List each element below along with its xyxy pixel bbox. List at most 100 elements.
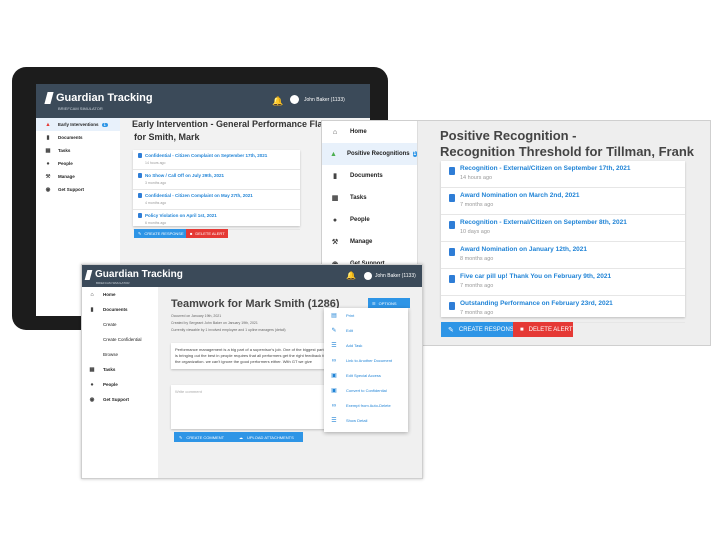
sidebar-item-home[interactable]: ⌂ Home [82,287,158,302]
sidebar-item-people[interactable]: ● People [36,157,120,170]
menu-item-print[interactable]: ▤ Print [324,308,408,323]
brand-logo[interactable]: Guardian Tracking [44,92,153,104]
user-avatar-icon[interactable] [290,95,299,104]
sidebar-item-label: Create [103,322,117,327]
menu-item-convert-to-confidential[interactable]: ▣ Convert to Confidential [324,383,408,398]
sidebar-item-tasks[interactable]: ▦ Tasks [36,144,120,157]
menu-item-label: Show Detail [346,418,368,423]
document-list-item[interactable]: Policy Violation on April 1st, 2021 6 mon… [133,210,300,230]
document-list-item[interactable]: Five car pill up! Thank You on February … [441,269,685,296]
document-link[interactable]: Confidential - Citizen Complaint on Sept… [145,153,267,158]
delete-alert-label: DELETE ALERT [528,326,573,333]
sidebar-item-positive-recognitions[interactable]: ▲ Positive Recognitions 1 [322,143,417,165]
document-list-item[interactable]: Recognition - External/Citizen on Septem… [441,215,685,242]
bell-icon[interactable]: 🔔 [346,271,356,280]
bell-icon[interactable]: 🔔 [272,96,283,107]
document-list-item[interactable]: Award Nomination on March 2nd, 2021 7 mon… [441,188,685,215]
comment-placeholder: Write comment [175,389,202,394]
document-link[interactable]: Award Nomination on March 2nd, 2021 [460,192,579,199]
relative-time: 7 months ago [460,282,494,289]
document-icon [449,275,455,283]
document-list-item[interactable]: No Show / Call Off on July 29th, 2021 3 m… [133,170,300,190]
sidebar-item-label: Manage [58,174,75,179]
sidebar-item-label: Documents [350,173,383,179]
document-link[interactable]: Five car pill up! Thank You on February … [460,273,611,280]
relative-time: 3 months ago [145,180,167,185]
sidebar-item-tasks[interactable]: ▦ Tasks [82,362,158,377]
brand-name: Guardian Tracking [95,269,183,280]
menu-item-edit-special-access[interactable]: ▣ Edit Special Access [324,368,408,383]
sidebar-item-get-support[interactable]: ◉ Get Support [36,183,120,196]
upload-attachments-button[interactable]: ☁ UPLOAD ATTACHMENTS [234,432,303,442]
document-link[interactable]: Award Nomination on January 12th, 2021 [460,246,587,253]
menu-item-exempt-from-auto-delete[interactable]: ∞ Exempt from Auto-Delete [324,398,408,413]
document-icon: ▮ [46,134,50,141]
document-link[interactable]: Policy Violation on April 1st, 2021 [145,213,217,218]
recognition-create-response-button[interactable]: ✎ CREATE RESPONSE [441,322,518,337]
sidebar-item-manage[interactable]: ⚒ Manage [36,170,120,183]
sidebar-item-label: Get Support [58,187,84,192]
sidebar-badge: 1 [101,122,109,127]
sidebar-item-get-support[interactable]: ◉ Get Support [82,392,158,407]
recognition-delete-alert-button[interactable]: ■ DELETE ALERT [513,322,573,337]
sidebar-item-label: Get Support [103,397,129,402]
document-meta: Occurred on January 19th, 2021 Created b… [171,313,286,334]
sidebar-item-manage[interactable]: ⚒ Manage [322,231,417,253]
sidebar-item-create-confidential[interactable]: Create Confidential [82,332,158,347]
logo-icon [84,269,93,280]
sidebar-item-create[interactable]: Create [82,317,158,332]
sidebar-item-label: Early Interventions [58,122,99,127]
options-button[interactable]: ☰ OPTIONS [368,298,410,308]
sidebar-item-home[interactable]: ⌂ Home [322,121,417,143]
comment-input[interactable]: Write comment [171,385,329,429]
edit-icon: ✎ [331,328,337,334]
menu-item-add-task[interactable]: ☰ Add Task [324,338,408,353]
user-avatar-icon[interactable] [364,272,372,280]
create-comment-label: CREATE COMMENT [186,434,225,440]
document-link[interactable]: Outstanding Performance on February 23rd… [460,300,613,307]
link-icon: ∞ [331,357,337,364]
sidebar-item-people[interactable]: ● People [82,377,158,392]
menu-item-link-to-another-document[interactable]: ∞ Link to Another Document [324,353,408,368]
recognition-document-list: Recognition - External/Citizen on Septem… [441,161,685,323]
document-icon [449,194,455,202]
sidebar-item-documents[interactable]: ▮ Documents [82,302,158,317]
lock-icon: ▣ [331,373,337,379]
document-icon [449,302,455,310]
brand-logo[interactable]: Guardian Tracking [84,269,183,280]
viewable-by[interactable]: Currently viewable by 1 involved employe… [171,327,286,334]
menu-item-label: Exempt from Auto-Delete [346,403,391,408]
tablet-create-response-button[interactable]: ✎ CREATE RESPONSE [134,229,188,238]
menu-item-show-detail[interactable]: ☰ Show Detail [324,413,408,428]
document-link[interactable]: Recognition - External/Citizen on Septem… [460,165,630,172]
sidebar-item-label: Tasks [103,367,116,372]
tablet-delete-alert-button[interactable]: ■ DELETE ALERT [186,229,228,238]
document-list-item[interactable]: Award Nomination on January 12th, 2021 8 … [441,242,685,269]
document-list-item[interactable]: Outstanding Performance on February 23rd… [441,296,685,323]
sidebar-item-early-interventions[interactable]: ▲ Early Interventions 1 [36,118,120,131]
create-comment-button[interactable]: ✎ CREATE COMMENT [174,432,234,442]
sidebar-item-documents[interactable]: ▮ Documents [322,165,417,187]
document-window: Guardian Tracking BRIEFCAM SIMULATOR 🔔 J… [81,264,423,479]
document-link[interactable]: Recognition - External/Citizen on Septem… [460,219,627,226]
document-list-item[interactable]: Recognition - External/Citizen on Septem… [441,161,685,188]
user-name[interactable]: John Baker (1133) [304,97,345,103]
delete-alert-label: DELETE ALERT [195,231,225,236]
document-list-item[interactable]: Confidential - Citizen Complaint on Sept… [133,150,300,170]
document-link[interactable]: Confidential - Citizen Complaint on May … [145,193,253,198]
document-list-item[interactable]: Confidential - Citizen Complaint on May … [133,190,300,210]
recognition-title-line2: Recognition Threshold for Tillman, Frank [440,144,695,159]
sidebar-item-label: Manage [350,239,373,245]
sidebar-item-documents[interactable]: ▮ Documents [36,131,120,144]
user-name[interactable]: John Baker (1133) [375,273,416,279]
sidebar-item-tasks[interactable]: ▦ Tasks [322,187,417,209]
sidebar-item-people[interactable]: ● People [322,209,417,231]
menu-item-edit[interactable]: ✎ Edit [324,323,408,338]
occurred-date: Occurred on January 19th, 2021 [171,314,222,318]
relative-time: 10 days ago [460,228,490,235]
relative-time: 14 hours ago [460,174,493,181]
create-response-label: CREATE RESPONSE [458,326,518,333]
document-link[interactable]: No Show / Call Off on July 29th, 2021 [145,173,224,178]
sidebar-item-label: Tasks [58,148,71,153]
sidebar-item-browse[interactable]: Browse [82,347,158,362]
